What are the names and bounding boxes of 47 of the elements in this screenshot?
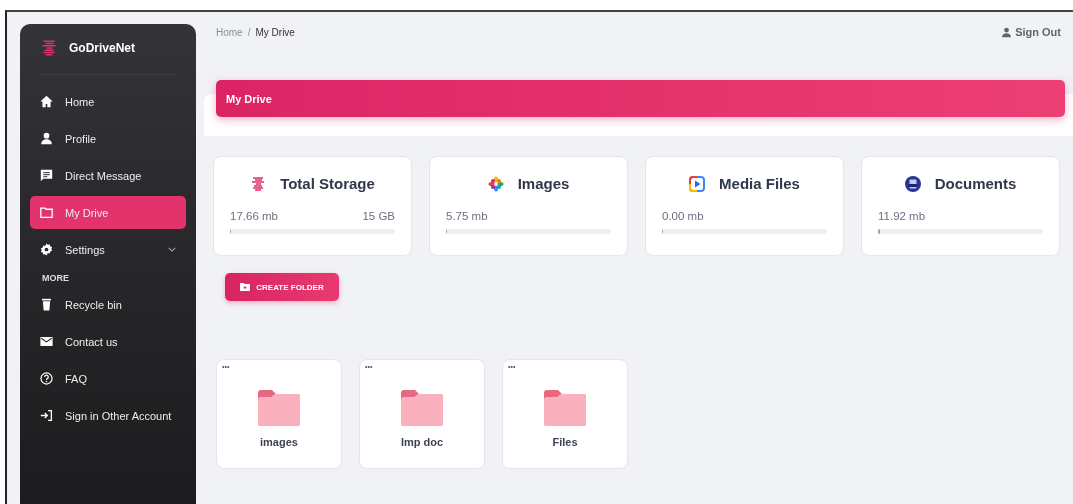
used-size: 17.66 mb [230,210,278,222]
folder-icon [258,390,300,426]
capacity: 15 GB [362,210,395,222]
play-icon [689,175,706,192]
home-icon [40,95,53,108]
message-icon [40,169,53,182]
card-title: Total Storage [280,175,375,192]
logo-icon [40,39,58,57]
nav-item[interactable]: FAQ [30,362,186,395]
folder-name: images [260,436,298,448]
sign-out-button[interactable]: Sign Out [997,26,1065,38]
nav-item[interactable]: Contact us [30,325,186,358]
trash-icon [40,298,53,311]
page-title: My Drive [226,92,272,105]
person-icon [1001,26,1013,38]
settings-icon [40,243,53,256]
card-title: Documents [934,175,1017,192]
mail-icon [40,335,53,348]
logo-icon [250,175,267,192]
card-title: Images [517,175,570,192]
folder-icon [544,390,586,426]
nav-item[interactable]: Direct Message [30,159,186,192]
create-folder-button[interactable]: CREATE FOLDER [225,273,339,301]
folder-name: Files [552,436,578,448]
folder-plus-icon [240,283,251,291]
card-title: Media Files [719,175,800,192]
used-size: 11.92 mb [878,210,926,222]
folder-icon [40,206,53,219]
brand-name: GoDriveNet [69,41,136,55]
document-icon [904,175,921,192]
person-icon [40,132,53,145]
breadcrumb-item: My Drive [255,26,295,38]
nav-item[interactable]: My Drive [30,196,186,229]
section-heading: MORE [41,272,70,285]
nav-item[interactable]: Recycle bin [30,288,186,321]
nav-item[interactable]: Home [30,85,186,118]
flower-icon [487,175,504,192]
sign-in-icon [40,409,53,422]
nav-item[interactable]: Profile [30,122,186,155]
used-size: 0.00 mb [662,210,704,222]
help-icon [40,372,53,385]
folder-icon [401,390,443,426]
folder-name: Imp doc [400,436,444,448]
nav-item[interactable]: Settings [30,233,186,266]
used-size: 5.75 mb [446,210,488,222]
breadcrumb-separator: / [247,26,251,38]
nav-item[interactable]: Sign in Other Account [30,399,186,432]
